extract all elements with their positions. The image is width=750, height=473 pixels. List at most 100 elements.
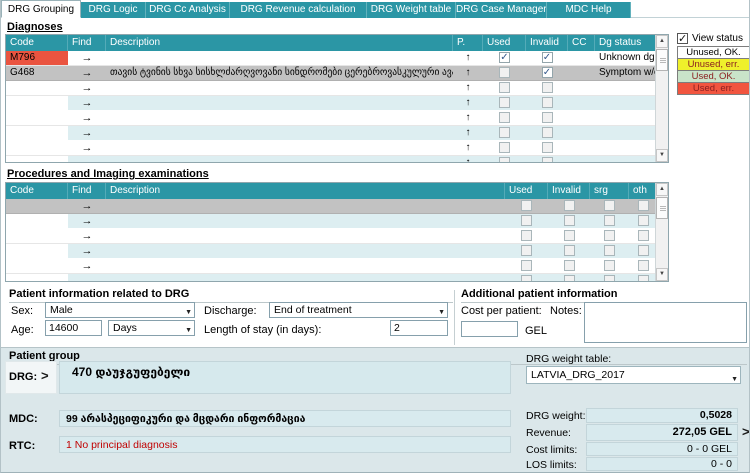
tab-drg-logic[interactable]: DRG Logic — [81, 2, 146, 18]
procedure-row-selected[interactable]: → — [6, 199, 657, 214]
tab-drg-grouping[interactable]: DRG Grouping — [1, 0, 81, 18]
revenue-detail-button[interactable]: > — [742, 424, 750, 439]
oth-checkbox[interactable] — [629, 199, 657, 213]
priority-up-icon[interactable]: ↑ — [453, 126, 483, 140]
used-checkbox[interactable] — [483, 96, 526, 110]
column-header-find[interactable]: Find — [68, 35, 106, 51]
find-arrow-icon[interactable]: → — [68, 199, 106, 213]
invalid-checkbox[interactable] — [526, 156, 568, 163]
used-checkbox[interactable] — [505, 244, 548, 258]
column-header-invalid[interactable]: Invalid — [548, 183, 590, 199]
find-arrow-icon[interactable]: → — [68, 214, 106, 228]
priority-up-icon[interactable]: ↑ — [453, 81, 483, 95]
procedure-row-empty[interactable]: → — [6, 214, 657, 229]
priority-up-icon[interactable]: ↑ — [453, 96, 483, 110]
column-header-cc[interactable]: CC — [568, 35, 595, 51]
drg-weight-table-select[interactable]: LATVIA_DRG_2017 ▼ — [526, 366, 741, 384]
column-header-code[interactable]: Code — [6, 35, 68, 51]
used-checkbox[interactable] — [505, 229, 548, 243]
find-arrow-icon[interactable]: → — [68, 96, 106, 110]
used-checkbox[interactable] — [483, 126, 526, 140]
column-header-invalid[interactable]: Invalid — [526, 35, 568, 51]
used-checkbox[interactable] — [505, 199, 548, 213]
tab-drg-cc-analysis[interactable]: DRG Cc Analysis — [146, 2, 230, 18]
tab-drg-case-manager[interactable]: DRG Case Manager — [456, 2, 547, 18]
invalid-checkbox[interactable] — [548, 274, 590, 282]
column-header-description[interactable]: Description — [106, 183, 505, 199]
used-checkbox[interactable] — [505, 259, 548, 273]
srg-checkbox[interactable] — [590, 214, 629, 228]
age-unit-select[interactable]: Days ▼ — [108, 320, 195, 336]
find-arrow-icon[interactable]: → — [68, 274, 106, 282]
code-cell[interactable] — [6, 141, 68, 155]
code-cell[interactable] — [6, 111, 68, 125]
priority-up-icon[interactable]: ↑ — [453, 156, 483, 163]
priority-up-icon[interactable]: ↑ — [453, 141, 483, 155]
srg-checkbox[interactable] — [590, 259, 629, 273]
srg-checkbox[interactable] — [590, 274, 629, 282]
invalid-checkbox[interactable] — [548, 229, 590, 243]
column-header-find[interactable]: Find — [68, 183, 106, 199]
scroll-down-button[interactable]: ▼ — [656, 268, 668, 281]
column-header-used[interactable]: Used — [505, 183, 548, 199]
column-header-priority[interactable]: P. — [453, 35, 483, 51]
procedure-row-empty[interactable]: → — [6, 244, 657, 259]
find-arrow-icon[interactable]: → — [68, 51, 106, 65]
code-cell[interactable] — [6, 244, 68, 258]
scrollbar-thumb[interactable] — [656, 49, 668, 71]
diagnosis-row-empty[interactable]: → ↑ — [6, 156, 657, 163]
invalid-checkbox[interactable] — [548, 259, 590, 273]
diagnosis-row-empty[interactable]: → ↑ — [6, 111, 657, 126]
column-header-description[interactable]: Description — [106, 35, 453, 51]
oth-checkbox[interactable] — [629, 259, 657, 273]
diagnosis-row-empty[interactable]: → ↑ — [6, 81, 657, 96]
code-cell[interactable] — [6, 81, 68, 95]
code-cell[interactable] — [6, 96, 68, 110]
used-checkbox[interactable] — [505, 214, 548, 228]
used-checkbox[interactable] — [483, 141, 526, 155]
scroll-up-button[interactable]: ▲ — [656, 183, 668, 196]
find-arrow-icon[interactable]: → — [68, 259, 106, 273]
length-of-stay-input[interactable] — [390, 320, 448, 336]
procedure-row-empty[interactable]: → — [6, 229, 657, 244]
discharge-select[interactable]: End of treatment ▼ — [269, 302, 448, 318]
invalid-checkbox[interactable] — [548, 199, 590, 213]
tab-drg-weight-table[interactable]: DRG Weight table — [367, 2, 456, 18]
find-arrow-icon[interactable]: → — [68, 126, 106, 140]
drg-expand-button[interactable]: > — [41, 368, 49, 383]
priority-up-icon[interactable]: ↑ — [453, 111, 483, 125]
column-header-srg[interactable]: srg — [590, 183, 629, 199]
diagnosis-row-empty[interactable]: → ↑ — [6, 126, 657, 141]
diagnosis-row-empty[interactable]: → ↑ — [6, 141, 657, 156]
find-arrow-icon[interactable]: → — [68, 156, 106, 163]
scrollbar-thumb[interactable] — [656, 197, 668, 219]
invalid-checkbox[interactable] — [526, 111, 568, 125]
code-cell[interactable] — [6, 274, 68, 282]
notes-textarea[interactable] — [584, 302, 747, 343]
used-checkbox[interactable]: ✓ — [483, 51, 526, 65]
age-input[interactable] — [45, 320, 102, 336]
used-checkbox[interactable] — [483, 111, 526, 125]
find-arrow-icon[interactable]: → — [68, 66, 106, 80]
invalid-checkbox[interactable] — [526, 96, 568, 110]
sex-select[interactable]: Male ▼ — [45, 302, 195, 318]
oth-checkbox[interactable] — [629, 244, 657, 258]
diagnosis-row-m796[interactable]: M796 → ↑ ✓ ✓ Unknown dg. — [6, 51, 657, 66]
code-cell[interactable] — [6, 259, 68, 273]
code-cell[interactable]: G468 — [6, 66, 68, 80]
used-checkbox[interactable] — [505, 274, 548, 282]
invalid-checkbox[interactable]: ✓ — [526, 66, 568, 80]
priority-up-icon[interactable]: ↑ — [453, 51, 483, 65]
find-arrow-icon[interactable]: → — [68, 81, 106, 95]
srg-checkbox[interactable] — [590, 229, 629, 243]
diagnosis-row-g468[interactable]: G468 → თავის ტვინის სხვა სისხლძარღვოვანი… — [6, 66, 657, 81]
used-checkbox[interactable] — [483, 81, 526, 95]
oth-checkbox[interactable] — [629, 274, 657, 282]
code-cell[interactable] — [6, 214, 68, 228]
view-status-checkbox[interactable]: ✓ — [677, 33, 688, 44]
used-checkbox[interactable] — [483, 66, 526, 80]
invalid-checkbox[interactable] — [526, 126, 568, 140]
procedures-scrollbar[interactable]: ▲ ▼ — [655, 183, 668, 281]
priority-up-icon[interactable]: ↑ — [453, 66, 483, 80]
code-cell[interactable]: M796 — [6, 51, 68, 65]
